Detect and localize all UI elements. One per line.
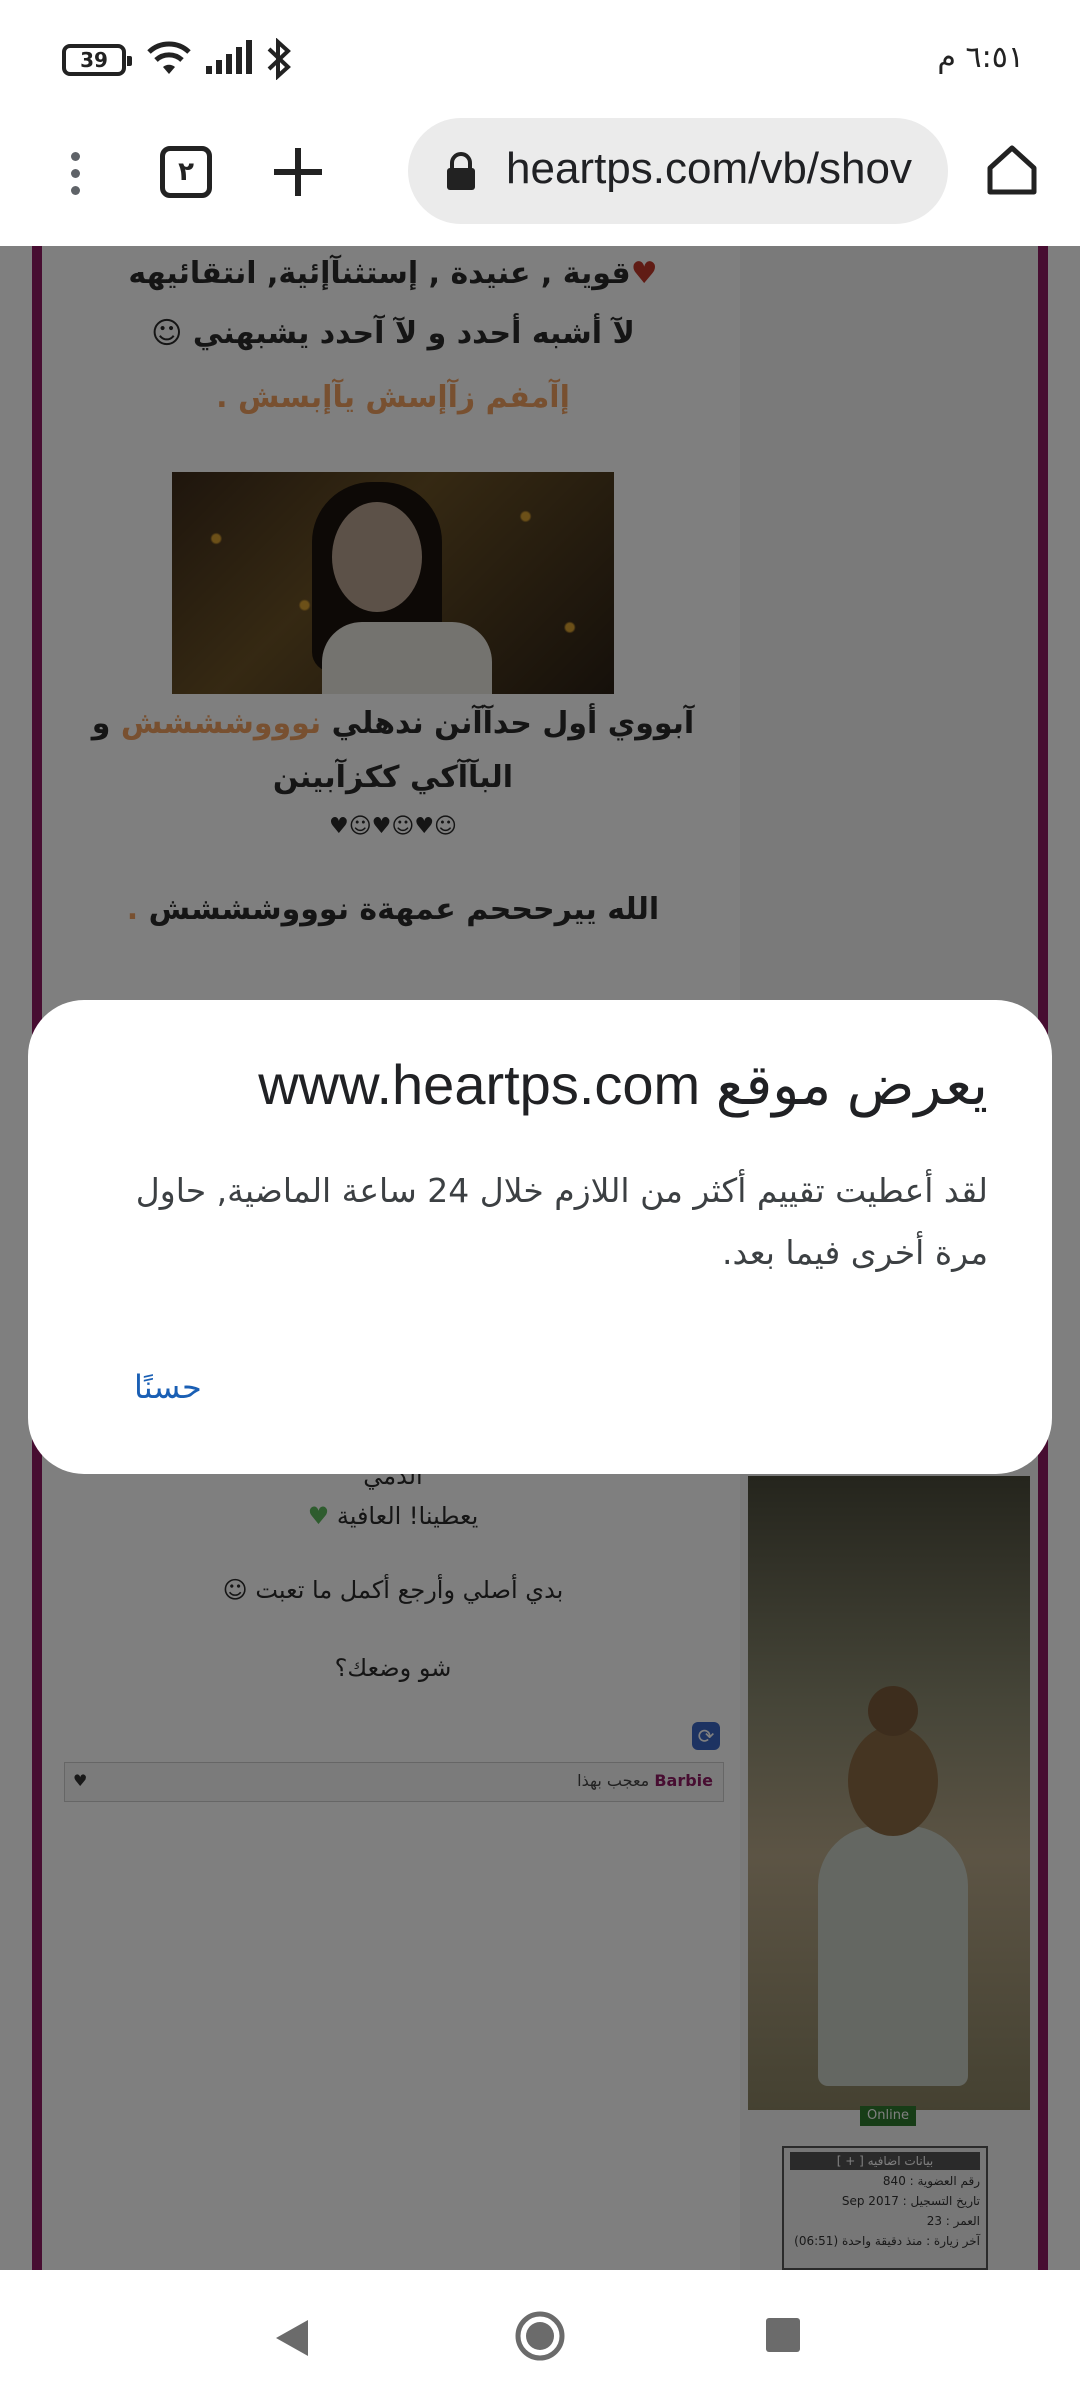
recents-icon[interactable] [766,2318,800,2352]
dialog-title: يعرض موقع www.heartps.com [258,1053,988,1116]
lock-icon[interactable] [444,152,478,192]
menu-icon[interactable] [60,146,90,210]
bluetooth-icon [267,38,291,80]
tab-switcher-button[interactable]: ٢ [160,146,212,198]
home-icon[interactable] [984,142,1040,198]
url-text[interactable]: heartps.com/vb/shov [506,144,912,194]
dialog-message: لقد أعطيت تقييم أكثر من اللازم خلال 24 س… [135,1171,988,1272]
new-tab-icon[interactable] [270,144,326,200]
battery-icon: 39 [62,44,132,76]
system-nav-bar [0,2270,1080,2400]
home-nav-icon[interactable] [514,2310,566,2362]
browser-toolbar: ٢ heartps.com/vb/shov [0,118,1080,246]
back-icon[interactable] [272,2316,312,2360]
clock: ٦:٥١ م [937,40,1024,75]
status-bar: 39 ٦:٥١ م [0,0,1080,118]
signal-icon [206,40,252,74]
address-bar[interactable]: heartps.com/vb/shov [408,118,948,224]
ok-button[interactable]: حسنًا [134,1368,202,1406]
alert-dialog: يعرض موقع www.heartps.com لقد أعطيت تقيي… [28,1000,1052,1474]
wifi-icon [147,41,191,74]
